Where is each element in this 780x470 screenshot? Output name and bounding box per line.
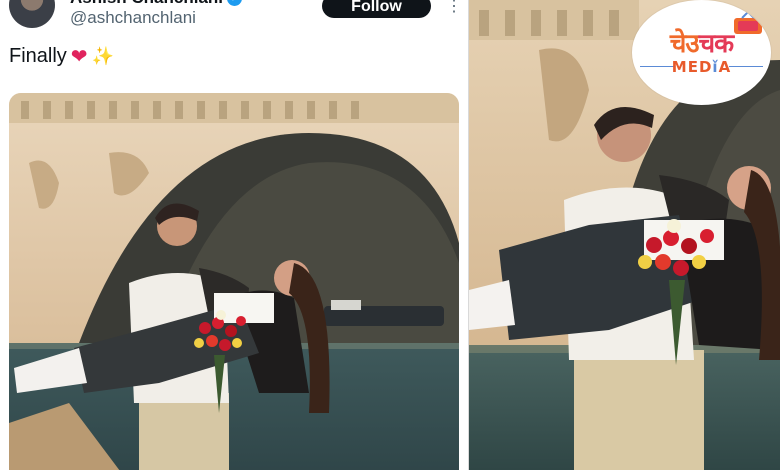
author-name-text[interactable]: Ashish Chanchlani <box>70 0 223 8</box>
author-handle[interactable]: @ashchanchlani <box>70 8 196 28</box>
tweet-card: Ashish Chanchlani ✓ @ashchanchlani Follo… <box>0 0 468 470</box>
more-options-icon[interactable]: ⋮ <box>446 0 462 16</box>
tweet-photo[interactable] <box>9 93 459 470</box>
tweet-text: Finally ❤ ✨ <box>9 44 114 69</box>
watermark-logo: चेउचक MEDǐA <box>632 0 771 105</box>
venice-bridge-photo <box>9 93 459 470</box>
avatar[interactable] <box>9 0 55 28</box>
logo-media-text-end: A <box>718 58 732 76</box>
logo-media-label: MEDǐA <box>632 58 771 76</box>
logo-word-part1: चेउ <box>669 29 700 59</box>
tweet-text-body: Finally <box>9 45 67 67</box>
logo-word-part2: चक <box>698 29 734 59</box>
author-name[interactable]: Ashish Chanchlani ✓ <box>70 0 243 8</box>
sparkles-icon: ✨ <box>91 46 114 66</box>
verified-badge-icon: ✓ <box>227 0 243 6</box>
logo-wordmark: चेउचक <box>632 24 771 60</box>
logo-media-text: MED <box>671 58 713 76</box>
red-heart-icon: ❤ <box>70 46 88 68</box>
follow-button[interactable]: Follow <box>322 0 431 18</box>
